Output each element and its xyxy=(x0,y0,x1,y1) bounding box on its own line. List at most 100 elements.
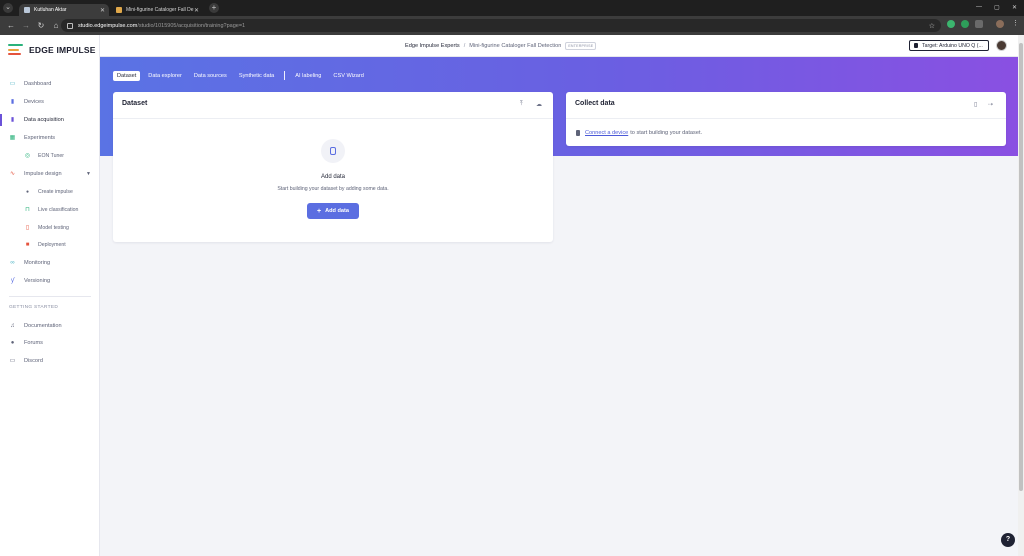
tab-csv-wizard[interactable]: CSV Wizard xyxy=(329,71,367,81)
empty-state-title: Add data xyxy=(320,174,346,180)
chevron-down-icon[interactable]: ▼ xyxy=(86,171,91,177)
forward-icon[interactable]: → xyxy=(22,21,30,30)
sidebar-item-create-impulse[interactable]: ● Create impulse xyxy=(0,185,100,199)
tab-data-sources[interactable]: Data sources xyxy=(190,71,231,81)
add-data-button[interactable]: + Add data xyxy=(307,203,359,219)
sidebar-item-impulse-design[interactable]: ∿ Impulse design ▼ xyxy=(0,167,100,181)
breadcrumb-separator: / xyxy=(463,43,466,49)
empty-state-circle xyxy=(321,139,345,163)
tab-search-icon[interactable]: ⌄ xyxy=(3,3,13,13)
tab-divider xyxy=(284,71,286,80)
sidebar-item-label: Forums xyxy=(24,340,43,346)
breadcrumb-org[interactable]: Edge Impulse Experts xyxy=(405,43,460,49)
tab-dataset[interactable]: Dataset xyxy=(113,70,141,81)
target-device-button[interactable]: Target: Arduino UNO Q (... xyxy=(909,40,989,51)
upload-icon[interactable]: ⤒ xyxy=(520,101,523,108)
tab-favicon xyxy=(116,7,122,13)
logo[interactable]: EDGE IMPULSE xyxy=(8,44,96,55)
branch-icon: ƴ xyxy=(11,277,14,284)
extensions-puzzle-icon[interactable] xyxy=(975,20,983,28)
card-divider xyxy=(566,118,1006,119)
sidebar: EDGE IMPULSE ▭ Dashboard ▮ Devices ▮ Dat… xyxy=(0,35,100,556)
sidebar-item-deployment[interactable]: ■ Deployment xyxy=(0,238,100,252)
sidebar-item-label: Model testing xyxy=(38,225,69,231)
top-header: Edge Impulse Experts / Mini-figurine Cat… xyxy=(100,35,1024,57)
test-icon: ▯ xyxy=(25,224,30,231)
tab-synthetic-data[interactable]: Synthetic data xyxy=(235,71,278,81)
sidebar-item-eon-tuner[interactable]: ◎ EON Tuner xyxy=(0,149,100,163)
browser-menu-icon[interactable]: ⋮ xyxy=(1012,19,1019,27)
sidebar-item-discord[interactable]: ▭ Discord xyxy=(0,354,100,368)
tab-close-icon[interactable]: ✕ xyxy=(194,7,199,14)
sidebar-item-model-testing[interactable]: ▯ Model testing xyxy=(0,221,100,235)
site-info-icon[interactable] xyxy=(67,22,73,29)
sidebar-item-versioning[interactable]: ƴ Versioning xyxy=(0,274,100,288)
minimize-icon[interactable]: — xyxy=(976,4,982,10)
logo-bar-green xyxy=(8,44,23,46)
device-icon: ▮ xyxy=(10,98,15,105)
sidebar-item-label: Live classification xyxy=(38,207,79,213)
browser-tab-project[interactable]: Mini-figurine Cataloger Fall De ✕ xyxy=(111,4,203,16)
help-button[interactable]: ? xyxy=(1001,533,1015,547)
logo-mark-icon xyxy=(8,44,23,55)
browser-toolbar: ← → ↻ ⌂ studio.edgeimpulse.com/studio/10… xyxy=(0,16,1024,35)
cloud-upload-icon[interactable]: ☁ xyxy=(536,101,542,108)
impulse-icon: ∿ xyxy=(9,170,16,177)
tab-close-icon[interactable]: ✕ xyxy=(100,7,105,14)
sidebar-item-forums[interactable]: ● Forums xyxy=(0,336,100,350)
sidebar-item-label: Documentation xyxy=(24,323,62,329)
collect-data-card: Collect data ▯ ⇢ Connect a device to sta… xyxy=(566,92,1006,146)
sidebar-item-label: Devices xyxy=(24,99,44,105)
back-icon[interactable]: ← xyxy=(7,21,15,30)
user-avatar[interactable] xyxy=(996,40,1007,51)
connection-icon[interactable]: ⇢ xyxy=(988,101,993,108)
tab-data-explorer[interactable]: Data explorer xyxy=(144,71,186,81)
dot-icon: ● xyxy=(25,188,30,195)
section-title-getting-started: GETTING STARTED xyxy=(9,305,59,310)
edge-impulse-app: EDGE IMPULSE ▭ Dashboard ▮ Devices ▮ Dat… xyxy=(0,35,1024,556)
sidebar-item-dashboard[interactable]: ▭ Dashboard xyxy=(0,77,100,91)
sidebar-item-live-classification[interactable]: ⊓ Live classification xyxy=(0,203,100,217)
browser-tab-strip: ⌄ Kutluhan Aktar ✕ Mini-figurine Catalog… xyxy=(0,0,1024,16)
maximize-icon[interactable]: ▢ xyxy=(994,4,1000,11)
breadcrumb: Edge Impulse Experts / Mini-figurine Cat… xyxy=(405,42,597,50)
plus-icon: + xyxy=(316,207,322,215)
add-data-label: Add data xyxy=(325,208,350,214)
sidebar-item-documentation[interactable]: ♫ Documentation xyxy=(0,319,100,333)
address-bar[interactable]: studio.edgeimpulse.com/studio/1015905/ac… xyxy=(61,19,941,32)
sidebar-item-experiments[interactable]: ▦ Experiments xyxy=(0,131,100,145)
collect-data-text: to start building your dataset. xyxy=(630,130,703,136)
deploy-icon: ■ xyxy=(25,241,30,248)
tab-title: Mini-figurine Cataloger Fall De xyxy=(126,7,194,13)
tab-ai-labeling[interactable]: AI labeling xyxy=(291,71,325,81)
sidebar-item-monitoring[interactable]: ∞ Monitoring xyxy=(0,256,100,270)
target-label: Target: Arduino UNO Q (... xyxy=(922,42,983,49)
trash-icon[interactable]: ▯ xyxy=(974,101,977,108)
profile-avatar-icon[interactable] xyxy=(996,20,1004,28)
extension-icon[interactable] xyxy=(961,20,969,28)
collect-data-title: Collect data xyxy=(575,100,615,107)
logo-bar-red xyxy=(8,53,21,55)
sidebar-item-label: Data acquisition xyxy=(24,117,64,123)
new-tab-icon[interactable]: + xyxy=(209,3,219,13)
bookmark-star-icon[interactable]: ☆ xyxy=(929,22,935,30)
tab-title: Kutluhan Aktar xyxy=(34,7,67,13)
scrollbar-thumb[interactable] xyxy=(1019,43,1023,491)
home-icon[interactable]: ⌂ xyxy=(52,21,60,30)
dataset-card-title: Dataset xyxy=(122,100,148,107)
window-close-icon[interactable]: ✕ xyxy=(1012,4,1017,11)
sidebar-item-devices[interactable]: ▮ Devices xyxy=(0,95,100,109)
page-tabs: Dataset Data explorer Data sources Synth… xyxy=(113,70,372,81)
extension-shield-icon[interactable] xyxy=(947,20,955,28)
browser-tab-profile[interactable]: Kutluhan Aktar ✕ xyxy=(19,4,109,16)
sidebar-item-data-acquisition[interactable]: ▮ Data acquisition xyxy=(0,113,100,127)
reload-icon[interactable]: ↻ xyxy=(37,21,45,30)
url-path: /studio/1015905/acquisition/training?pag… xyxy=(137,22,246,29)
connect-device-link[interactable]: Connect a device xyxy=(585,130,628,136)
card-divider xyxy=(113,118,553,119)
page-scrollbar[interactable] xyxy=(1018,35,1024,556)
table-icon: ▦ xyxy=(9,134,16,141)
database-icon xyxy=(330,147,336,155)
breadcrumb-project[interactable]: Mini-figurine Cataloger Fall Detection xyxy=(469,43,561,49)
sidebar-divider xyxy=(9,296,91,297)
